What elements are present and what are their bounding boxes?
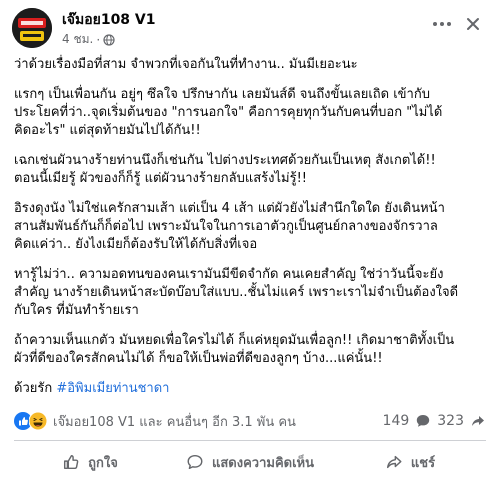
post-paragraph: ถ้าความเห็นแกตัว มันหยดเพื่อใครไม่ได้ ก็… xyxy=(14,333,455,366)
more-options-button[interactable] xyxy=(428,12,456,36)
share-label: แชร์ xyxy=(410,455,436,471)
close-button[interactable] xyxy=(461,12,485,36)
engagement-counts: 149 323 xyxy=(383,413,486,429)
author-avatar[interactable] xyxy=(12,8,52,48)
author-name[interactable]: เจ๊มอย108 V1 xyxy=(62,9,156,31)
share-button[interactable]: แชร์ xyxy=(330,446,490,478)
comments-count[interactable]: 149 xyxy=(383,413,410,429)
shares-count[interactable]: 323 xyxy=(437,413,464,429)
closing-prefix: ด้วยรัก xyxy=(14,381,57,396)
post-actions: ถูกใจ แสดงความคิดเห็น แชร์ xyxy=(10,446,490,478)
haha-icon xyxy=(29,412,47,430)
like-label: ถูกใจ xyxy=(88,455,118,471)
thumbs-up-icon xyxy=(62,453,80,471)
comment-button[interactable]: แสดงความคิดเห็น xyxy=(170,446,330,478)
share-count-icon xyxy=(470,413,486,429)
more-dots-icon xyxy=(433,22,451,26)
like-button[interactable]: ถูกใจ xyxy=(10,446,170,478)
comment-label: แสดงความคิดเห็น xyxy=(211,455,314,471)
post-paragraph: หารู้ไม่ว่า.. ความอดทนของคนเรามันมีขีดจำ… xyxy=(14,267,459,318)
post-paragraph: เฉกเช่นผัวนางร้ายท่านนึงก็เช่นกัน ไปต่าง… xyxy=(14,153,436,186)
post-meta: 4 ชม. · xyxy=(62,30,115,49)
globe-icon xyxy=(103,33,115,46)
post-closing: ด้วยรัก #อิพิมเมียท่านชาดา xyxy=(14,380,486,398)
avatar-image xyxy=(12,8,52,48)
post-body: ว่าด้วยเรื่องมือที่สาม จำพวกที่เจอกันในท… xyxy=(14,56,486,410)
post-header: เจ๊มอย108 V1 4 ชม. · xyxy=(0,0,497,52)
post-paragraph: แรกๆ เป็นเพื่อนกัน อยู่ๆ ซึลใจ ปรึกษากัน… xyxy=(14,87,443,138)
comment-count-icon xyxy=(415,413,431,429)
reaction-icons[interactable] xyxy=(14,412,47,430)
post-paragraph: อิรงดุงนัง ไม่ใช่แครักสามเส้า แต่เป็น 4 … xyxy=(14,201,445,252)
reactions-bar: เจ๊มอย108 V1 และ คนอื่นๆ อีก 3.1 พัน คน … xyxy=(14,410,486,432)
post-time[interactable]: 4 ชม. xyxy=(62,30,93,49)
reaction-summary[interactable]: เจ๊มอย108 V1 และ คนอื่นๆ อีก 3.1 พัน คน xyxy=(53,411,296,432)
hashtag-link[interactable]: #อิพิมเมียท่านชาดา xyxy=(56,381,169,396)
actions-divider xyxy=(14,440,486,441)
share-icon xyxy=(385,453,403,471)
comment-icon xyxy=(186,453,204,471)
close-icon xyxy=(467,18,479,30)
post-paragraph: ว่าด้วยเรื่องมือที่สาม จำพวกที่เจอกันในท… xyxy=(14,57,358,72)
